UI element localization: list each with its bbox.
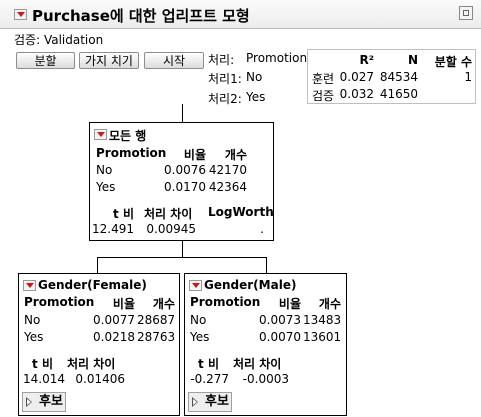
train-label: 훈련 bbox=[312, 72, 335, 86]
treatment2-value: Yes bbox=[246, 90, 266, 104]
window-options-icon[interactable] bbox=[459, 6, 473, 20]
count-no: 28687 bbox=[137, 313, 176, 327]
rate-no: 0.0077 bbox=[93, 313, 135, 327]
candidates-label: 후보 bbox=[39, 394, 63, 409]
count-yes: 13601 bbox=[303, 330, 342, 344]
t-ratio-header: t 비 bbox=[32, 357, 53, 371]
t-ratio-value: -0.277 bbox=[190, 372, 229, 386]
rate-no: 0.0073 bbox=[259, 313, 301, 327]
node-title: Gender(Male) bbox=[204, 278, 297, 292]
report-title-bar: Purchase에 대한 업리프트 모형 bbox=[0, 0, 481, 29]
rate-no: 0.0076 bbox=[164, 163, 206, 177]
valid-n: 41650 bbox=[379, 87, 418, 101]
treatment-diff-value: 0.01406 bbox=[75, 372, 125, 386]
splits-header: 분할 수 bbox=[434, 55, 472, 69]
node-title: 모든 행 bbox=[109, 129, 147, 143]
level-yes: Yes bbox=[24, 330, 44, 344]
level-yes: Yes bbox=[190, 330, 210, 344]
rate-header: 비율 bbox=[183, 148, 206, 162]
train-splits: 1 bbox=[464, 70, 472, 84]
connector-horizontal bbox=[97, 257, 267, 258]
count-header: 개수 bbox=[318, 297, 341, 311]
node-menu-icon[interactable] bbox=[189, 280, 202, 291]
count-no: 42170 bbox=[208, 163, 247, 177]
connector-right bbox=[266, 257, 267, 273]
tree-node-gender-male[interactable]: Gender(Male) Promotion 비율 개수 No 0.0073 1… bbox=[184, 273, 347, 416]
level-no: No bbox=[96, 163, 113, 177]
rate-yes: 0.0170 bbox=[164, 180, 206, 194]
treatment1-label: 처리1: bbox=[208, 72, 242, 86]
disclosure-triangle-icon[interactable] bbox=[26, 397, 32, 407]
t-ratio-value: 14.014 bbox=[23, 372, 65, 386]
train-n: 84534 bbox=[379, 70, 418, 84]
connector-top bbox=[182, 104, 183, 122]
treatment-diff-value: 0.00945 bbox=[146, 222, 196, 236]
treatment-diff-value: -0.0003 bbox=[242, 372, 289, 386]
level-no: No bbox=[190, 313, 207, 327]
tree-node-root[interactable]: 모든 행 Promotion 비율 개수 No 0.0076 42170 Yes… bbox=[89, 122, 274, 241]
logworth-value: . bbox=[260, 222, 264, 236]
prune-button[interactable]: 가지 치기 bbox=[79, 52, 139, 69]
train-r2: 0.027 bbox=[339, 70, 374, 84]
report-title: Purchase에 대한 업리프트 모형 bbox=[32, 7, 250, 25]
t-ratio-value: 12.491 bbox=[92, 222, 134, 236]
t-ratio-header: t 비 bbox=[198, 357, 219, 371]
go-button[interactable]: 시작 bbox=[144, 52, 204, 69]
rate-header: 비율 bbox=[278, 297, 301, 311]
treatment2-label: 처리2: bbox=[208, 92, 242, 106]
rate-yes: 0.0070 bbox=[259, 330, 301, 344]
treatment-label: 처리: bbox=[208, 53, 235, 67]
red-triangle-menu-icon[interactable] bbox=[14, 9, 27, 20]
t-ratio-header: t 비 bbox=[113, 207, 134, 221]
connector-left bbox=[97, 257, 98, 273]
node-menu-icon[interactable] bbox=[94, 129, 107, 140]
rate-header: 비율 bbox=[112, 297, 135, 311]
treatment-diff-header: 처리 차이 bbox=[67, 357, 116, 371]
fit-statistics-table: R² N 분할 수 훈련 0.027 84534 1 검증 0.032 4165… bbox=[307, 49, 476, 104]
tree-node-gender-female[interactable]: Gender(Female) Promotion 비율 개수 No 0.0077… bbox=[18, 273, 180, 416]
valid-r2: 0.032 bbox=[339, 87, 374, 101]
level-header: Promotion bbox=[190, 295, 261, 309]
candidates-label: 후보 bbox=[205, 394, 229, 409]
node-menu-icon[interactable] bbox=[23, 280, 36, 291]
count-no: 13483 bbox=[303, 313, 342, 327]
level-no: No bbox=[24, 313, 41, 327]
treatment1-value: No bbox=[246, 70, 263, 84]
logworth-header: LogWorth bbox=[208, 205, 274, 219]
count-yes: 42364 bbox=[208, 180, 247, 194]
validation-label: 검증: Validation bbox=[14, 33, 104, 47]
split-button[interactable]: 분할 bbox=[16, 52, 75, 69]
connector-root-down bbox=[182, 241, 183, 257]
n-header: N bbox=[407, 53, 418, 67]
node-title: Gender(Female) bbox=[38, 278, 147, 292]
level-header: Promotion bbox=[96, 146, 167, 160]
level-yes: Yes bbox=[96, 180, 116, 194]
treatment-diff-header: 처리 차이 bbox=[144, 207, 193, 221]
disclosure-triangle-icon[interactable] bbox=[192, 397, 198, 407]
r2-header: R² bbox=[359, 53, 375, 67]
count-header: 개수 bbox=[224, 148, 247, 162]
count-yes: 28763 bbox=[137, 330, 176, 344]
rate-yes: 0.0218 bbox=[93, 330, 135, 344]
count-header: 개수 bbox=[152, 297, 175, 311]
level-header: Promotion bbox=[24, 295, 95, 309]
treatment-value: Promotion bbox=[246, 51, 308, 65]
treatment-diff-header: 처리 차이 bbox=[233, 357, 282, 371]
valid-label: 검증 bbox=[312, 89, 335, 103]
